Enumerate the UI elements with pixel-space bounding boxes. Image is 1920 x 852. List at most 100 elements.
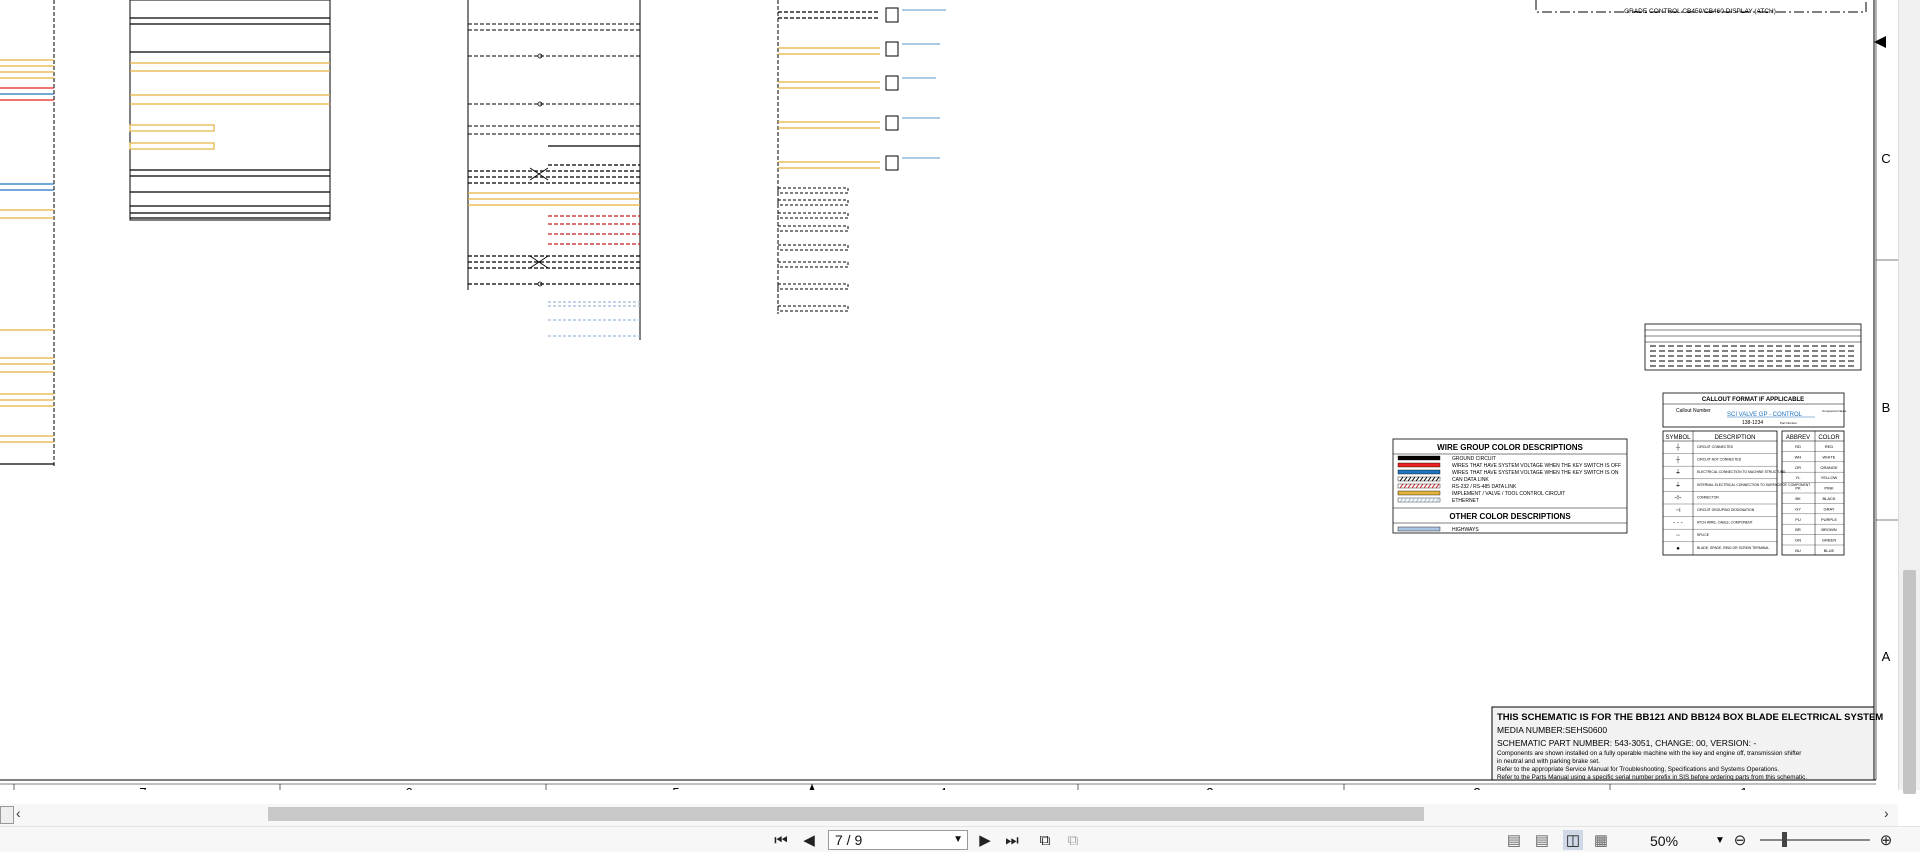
legend-label: HIGHWAYS <box>1452 527 1479 533</box>
abbrev-row: BU BLUE <box>1782 544 1844 553</box>
abbrev-color: YELLOW <box>1821 475 1838 480</box>
symbol-glyph: ┼ <box>1675 443 1681 451</box>
symbol-glyph: ⏚ <box>1675 482 1681 489</box>
previous-view-icon[interactable]: ⧉ <box>1034 830 1056 850</box>
scroll-right-icon[interactable]: › <box>1884 805 1889 821</box>
horizontal-scrollbar[interactable]: ‹ › <box>0 804 1898 826</box>
harness-block-3 <box>777 0 946 314</box>
abbrev-code: YL <box>1796 475 1802 480</box>
callout-format-box: CALLOUT FORMAT IF APPLICABLE Callout Num… <box>1662 392 1847 428</box>
abbrev-code: GN <box>1795 538 1801 543</box>
column-1: 1 <box>1740 785 1747 790</box>
page-indicator: 7 / 9 <box>835 832 863 848</box>
vertical-scroll-thumb[interactable] <box>1903 570 1916 794</box>
media-number: MEDIA NUMBER:SEHS0600 <box>1497 725 1607 735</box>
symbol-glyph: ┼ <box>1675 456 1681 464</box>
next-view-icon[interactable]: ⧉ <box>1062 830 1084 850</box>
last-page-button[interactable]: ⏭ <box>1002 830 1022 850</box>
symbol-glyph: -◊- <box>1675 494 1682 501</box>
legend-row: WIRES THAT HAVE SYSTEM VOLTAGE WHEN THE … <box>1397 462 1621 469</box>
svg-text:Refer to the Parts Manual usin: Refer to the Parts Manual using a specif… <box>1497 774 1807 781</box>
symbol-description: CIRCUIT CONNECTED <box>1697 445 1734 449</box>
chevron-down-icon[interactable]: ▼ <box>953 831 963 849</box>
abbrev-row: BR BROWN <box>1782 524 1844 532</box>
horizontal-scroll-thumb[interactable] <box>268 807 1424 821</box>
row-label-b: B <box>1882 400 1891 415</box>
legend-label: CAN DATA LINK <box>1452 477 1489 483</box>
continuous-view-icon[interactable]: ▤ <box>1533 830 1551 850</box>
svg-text:Callout Number: Callout Number <box>1676 408 1711 414</box>
abbrev-code: PK <box>1795 486 1801 491</box>
abbrev-code: OR <box>1795 465 1801 470</box>
vertical-scrollbar[interactable] <box>1898 0 1920 794</box>
zoom-slider[interactable] <box>1760 839 1870 841</box>
legend-label: GROUND CIRCUIT <box>1452 456 1496 462</box>
other-legend-row: HIGHWAYS <box>1397 526 1479 533</box>
abbrev-code: RD <box>1795 444 1801 449</box>
svg-text:in neutral and with parking br: in neutral and with parking brake set. <box>1497 758 1600 765</box>
symbol-glyph: - - - <box>1673 521 1682 527</box>
next-page-button[interactable]: ▶ <box>976 830 994 850</box>
title-block: THIS SCHEMATIC IS FOR THE BB121 AND BB12… <box>1491 706 1883 781</box>
scroll-corner-box <box>0 806 14 824</box>
svg-text:OTHER COLOR DESCRIPTIONS: OTHER COLOR DESCRIPTIONS <box>1449 512 1571 521</box>
schematic-sheet: C B A 7 6 5 4 3 2 1 <box>0 0 1898 790</box>
zoom-level[interactable]: 50% <box>1650 833 1678 849</box>
two-page-view-icon[interactable]: ◫ <box>1563 830 1583 850</box>
two-page-continuous-view-icon[interactable]: ▦ <box>1592 830 1610 850</box>
symbol-row: ● BLADE, SPADE, RING OR SCREW TERMINAL <box>1663 541 1777 552</box>
zoom-in-icon[interactable]: ⊕ <box>1876 830 1896 850</box>
symbol-row: ┼ CIRCUIT NOT CONNECTED <box>1663 453 1777 464</box>
legend-row: WIRES THAT HAVE SYSTEM VOLTAGE WHEN THE … <box>1397 469 1619 476</box>
column-2: 2 <box>1473 785 1480 790</box>
abbrev-color: WHITE <box>1823 454 1836 459</box>
abbrev-row: YL YELLOW <box>1782 472 1844 480</box>
legend-row: IMPLEMENT / VALVE / TOOL CONTROL CIRCUIT <box>1397 490 1565 497</box>
symbol-row: ┼ CIRCUIT CONNECTED <box>1675 443 1734 451</box>
svg-text:Refer to the appropriate Servi: Refer to the appropriate Service Manual … <box>1497 766 1779 773</box>
schematic-part-number: SCHEMATIC PART NUMBER: 543-3051, CHANGE:… <box>1497 738 1756 748</box>
previous-page-button[interactable]: ◀ <box>800 830 818 850</box>
column-marker-arrow <box>809 784 815 790</box>
page-number-input[interactable]: 7 / 9 ▼ <box>828 830 968 850</box>
harness-block-2 <box>467 0 641 340</box>
column-6: 6 <box>405 785 412 790</box>
wire-group-legend: WIRE GROUP COLOR DESCRIPTIONS GROUND CIR… <box>1392 438 1628 534</box>
abbrev-row: BK BLACK <box>1782 492 1844 501</box>
svg-text:WIRE GROUP COLOR DESCRIPTIONS: WIRE GROUP COLOR DESCRIPTIONS <box>1437 443 1583 452</box>
abbrev-row: RD RED <box>1795 444 1833 449</box>
abbrev-color: GREEN <box>1822 538 1836 543</box>
single-page-view-icon[interactable]: ▤ <box>1505 830 1523 850</box>
document-viewport[interactable]: C B A 7 6 5 4 3 2 1 <box>0 0 1898 790</box>
legend-label: IMPLEMENT / VALVE / TOOL CONTROL CIRCUIT <box>1452 491 1565 497</box>
abbrev-code: GY <box>1795 506 1801 511</box>
display-frame: GRADE CONTROL CB450/CB460 DISPLAY (ATCH) <box>1535 0 1867 15</box>
first-page-button[interactable]: ⏮ <box>772 830 790 850</box>
abbrev-color: GRAY <box>1823 506 1834 511</box>
symbol-description: CIRCUIT NOT CONNECTED <box>1697 458 1742 462</box>
symbol-glyph: ● <box>1676 546 1680 552</box>
symbol-glyph: ⊣ <box>1675 507 1680 514</box>
schematic-heading: THIS SCHEMATIC IS FOR THE BB121 AND BB12… <box>1497 712 1883 723</box>
symbol-row: -◊- CONNECTOR <box>1663 491 1777 501</box>
scroll-left-icon[interactable]: ‹ <box>16 805 21 821</box>
abbrev-table: ABBREV COLOR RD RED WH WHITE OR ORANGE YL YELLO… <box>1781 430 1845 556</box>
symbol-row: ⊣ CIRCUIT GROUPING DESIGNATION <box>1663 503 1777 514</box>
symbol-row: ◦◦ SPLICE <box>1663 529 1777 539</box>
svg-text:Components are shown installed: Components are shown installed on a full… <box>1497 750 1801 757</box>
abbrev-row: PU PURPLE <box>1782 513 1844 522</box>
symbol-description: CONNECTOR <box>1697 495 1719 499</box>
zoom-slider-thumb[interactable] <box>1782 832 1787 847</box>
svg-text:DESCRIPTION: DESCRIPTION <box>1714 435 1755 441</box>
abbrev-color: RED <box>1825 444 1834 449</box>
legend-label: RS-232 / RS-485 DATA LINK <box>1452 484 1517 490</box>
svg-text:ABBREV: ABBREV <box>1786 435 1810 441</box>
column-3: 3 <box>1206 785 1213 790</box>
abbrev-color: BLUE <box>1824 548 1835 553</box>
legend-row: GROUND CIRCUIT <box>1397 455 1496 462</box>
abbrev-code: BU <box>1795 548 1801 553</box>
zoom-out-icon[interactable]: ⊖ <box>1730 830 1750 850</box>
symbol-glyph: ◦◦ <box>1676 533 1680 539</box>
abbrev-color: BROWN <box>1821 527 1836 532</box>
zoom-dropdown-icon[interactable]: ▼ <box>1715 835 1725 846</box>
